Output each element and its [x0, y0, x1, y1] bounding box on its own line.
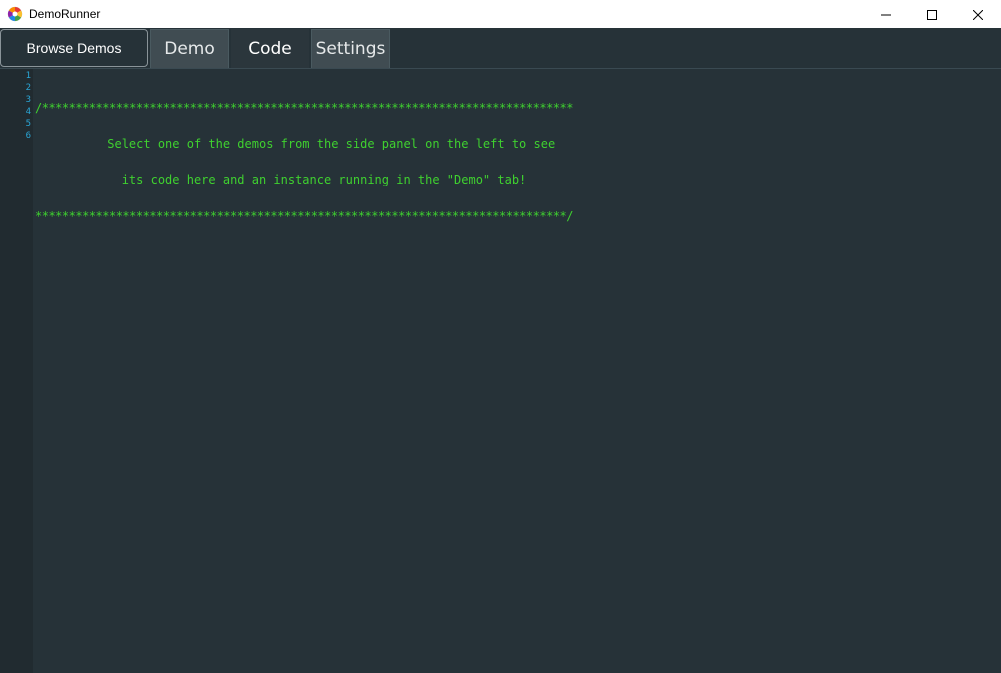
tab-code[interactable]: Code — [231, 29, 309, 68]
browse-demos-button[interactable]: Browse Demos — [0, 29, 148, 67]
code-editor[interactable]: 1 2 3 4 5 6 /***************************… — [0, 69, 1001, 673]
code-line: Select one of the demos from the side pa… — [35, 138, 556, 150]
maximize-button[interactable] — [909, 0, 955, 28]
code-line: its code here and an instance running in… — [35, 174, 527, 186]
line-number: 1 — [25, 71, 31, 81]
line-number: 5 — [25, 119, 31, 129]
line-number: 2 — [25, 83, 31, 93]
tab-demo[interactable]: Demo — [150, 29, 229, 68]
code-line: /***************************************… — [35, 102, 573, 114]
minimize-icon — [881, 5, 891, 24]
code-content[interactable]: /***************************************… — [35, 78, 635, 246]
close-icon — [972, 5, 984, 24]
line-number-gutter: 1 2 3 4 5 6 — [0, 69, 33, 673]
title-bar: DemoRunner — [0, 0, 1001, 28]
app-logo-icon — [7, 6, 23, 22]
line-number: 4 — [25, 107, 31, 117]
close-button[interactable] — [955, 0, 1001, 28]
maximize-icon — [927, 5, 937, 24]
line-number: 6 — [25, 131, 31, 141]
window-controls — [863, 0, 1001, 28]
code-line: ****************************************… — [35, 210, 573, 222]
line-numbers: 1 2 3 4 5 6 — [0, 70, 31, 142]
window-title: DemoRunner — [29, 7, 101, 21]
tab-bar: Browse Demos Demo Code Settings — [0, 28, 1001, 69]
tab-settings[interactable]: Settings — [311, 29, 390, 68]
minimize-button[interactable] — [863, 0, 909, 28]
line-number: 3 — [25, 95, 31, 105]
